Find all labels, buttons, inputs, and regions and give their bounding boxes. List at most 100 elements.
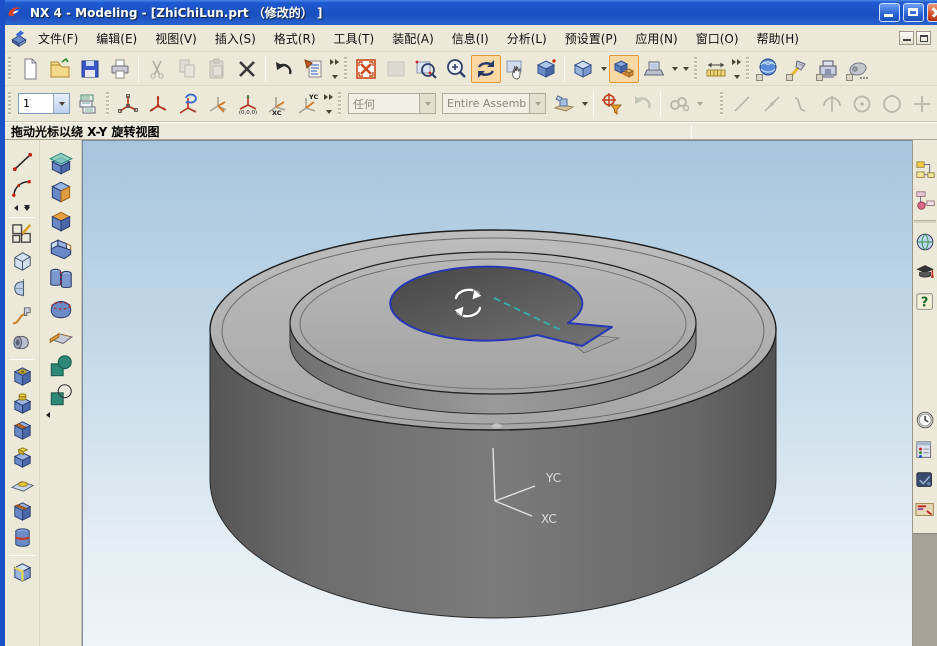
part-navigator-tab[interactable] [913, 188, 937, 214]
wcs-orient-button[interactable] [203, 90, 233, 118]
trim-body-button[interactable] [44, 293, 78, 322]
menu-item-help[interactable]: 帮助(H) [748, 27, 808, 50]
snap-arc-center-button[interactable] [847, 90, 877, 118]
menu-item-format[interactable]: 格式(R) [265, 27, 325, 50]
boss-button[interactable] [7, 390, 37, 417]
app-modeling-button[interactable] [783, 55, 813, 83]
training-tab[interactable] [913, 259, 937, 285]
toolbar-grip[interactable] [746, 57, 749, 81]
delete-button[interactable] [232, 55, 262, 83]
history-tab[interactable] [913, 407, 937, 433]
unite-button[interactable] [44, 351, 78, 380]
visualization-tab[interactable] [913, 467, 937, 493]
part-gear-blank[interactable] [210, 230, 776, 618]
collapse-left-icon[interactable] [46, 412, 50, 418]
subtract-button[interactable] [44, 380, 78, 409]
title-bar[interactable]: NX 4 - Modeling - [ZhiChiLun.prt （修改的） ] [0, 0, 937, 25]
layer-settings-button[interactable] [73, 90, 103, 118]
app-manufacturing-button[interactable] [843, 55, 873, 83]
edge-blend-button[interactable] [7, 559, 37, 586]
expand-more-icon[interactable] [24, 205, 30, 211]
snap-quadrant-button[interactable] [877, 90, 907, 118]
menu-item-window[interactable]: 窗口(O) [687, 27, 748, 50]
toolbar-grip[interactable] [8, 57, 11, 81]
toolbar-grip[interactable] [694, 57, 697, 81]
wcs-change-yc-button[interactable]: YC [293, 90, 323, 118]
reset-filter-button[interactable] [627, 90, 657, 118]
snap-control-point-button[interactable] [787, 90, 817, 118]
line-button[interactable] [7, 148, 37, 175]
maximize-button[interactable] [903, 3, 924, 22]
mdi-minimize-button[interactable] [899, 31, 914, 45]
combo-dropdown-icon[interactable] [53, 94, 69, 113]
new-file-button[interactable] [15, 55, 45, 83]
toolbar-grip[interactable] [106, 92, 109, 116]
pocket-button[interactable] [7, 417, 37, 444]
emboss-button[interactable] [7, 471, 37, 498]
fit-view-button[interactable] [351, 55, 381, 83]
print-button[interactable] [105, 55, 135, 83]
toolbar-grip[interactable] [8, 92, 11, 116]
step-block-button[interactable] [44, 235, 78, 264]
revolve-button[interactable] [7, 275, 37, 302]
chain-dropdown[interactable] [694, 91, 705, 117]
pan-view-button[interactable] [501, 55, 531, 83]
rendering-style-button[interactable] [609, 55, 639, 83]
graphics-viewport[interactable]: YC XC [82, 140, 912, 646]
hole-button[interactable] [7, 363, 37, 390]
wcs-rotate-button[interactable] [173, 90, 203, 118]
type-filter-combo[interactable]: 任何 [348, 93, 436, 114]
repeat-command-button[interactable] [299, 55, 329, 83]
slot-button[interactable] [7, 498, 37, 525]
undo-button[interactable] [269, 55, 299, 83]
paste-button[interactable] [202, 55, 232, 83]
menu-item-application[interactable]: 应用(N) [626, 27, 686, 50]
save-button[interactable] [75, 55, 105, 83]
help-tab[interactable]: ? [913, 289, 937, 315]
palettes-tab[interactable] [913, 437, 937, 463]
utility-overflow[interactable] [731, 57, 743, 81]
chain-curves-button[interactable] [664, 90, 694, 118]
snap-end-point-button[interactable] [727, 90, 757, 118]
pad-button[interactable] [7, 444, 37, 471]
visualization-button[interactable] [639, 55, 669, 83]
zoom-placeholder-button[interactable] [381, 55, 411, 83]
open-file-button[interactable] [45, 55, 75, 83]
app-gateway-button[interactable] [753, 55, 783, 83]
collapse-left-icon[interactable] [14, 205, 18, 211]
menu-item-edit[interactable]: 编辑(E) [87, 27, 146, 50]
trimmed-sheet-button[interactable] [44, 322, 78, 351]
datum-plane-button[interactable] [44, 148, 78, 177]
measure-distance-button[interactable] [701, 55, 731, 83]
visualization-dropdown[interactable] [669, 56, 680, 82]
menu-item-tools[interactable]: 工具(T) [325, 27, 384, 50]
minimize-button[interactable] [879, 3, 900, 22]
scope-filter-combo[interactable]: Entire Assemb [442, 93, 546, 114]
wcs-set-absolute-button[interactable]: (0,0,0) [233, 90, 263, 118]
selection-priority-button[interactable] [549, 90, 579, 118]
block-button[interactable] [44, 177, 78, 206]
web-browser-tab[interactable] [913, 229, 937, 255]
menu-item-analysis[interactable]: 分析(L) [498, 27, 556, 50]
snap-point-button[interactable] [907, 90, 937, 118]
extrude-button[interactable] [7, 248, 37, 275]
wcs-dynamics-button[interactable] [113, 90, 143, 118]
tube-button[interactable] [7, 329, 37, 356]
work-layer-combo[interactable]: 1 [18, 93, 70, 114]
sketch-button[interactable] [7, 221, 37, 248]
wcs-change-xc-button[interactable]: XC [263, 90, 293, 118]
snap-mid-point-button[interactable] [757, 90, 787, 118]
orient-view-button[interactable] [568, 55, 598, 83]
close-button[interactable] [927, 3, 937, 22]
roadmap-tab[interactable] [913, 497, 937, 523]
zoom-in-out-button[interactable] [441, 55, 471, 83]
menu-item-information[interactable]: 信息(I) [443, 27, 498, 50]
menu-item-assemblies[interactable]: 装配(A) [383, 27, 443, 50]
snap-intersection-button[interactable] [817, 90, 847, 118]
viewport-canvas[interactable]: YC XC [82, 140, 912, 646]
menu-item-file[interactable]: 文件(F) [29, 27, 87, 50]
toolbar-grip[interactable] [338, 92, 341, 116]
pad-block-button[interactable] [44, 206, 78, 235]
toolbar-grip[interactable] [720, 92, 723, 116]
toolbar-grip[interactable] [344, 57, 347, 81]
